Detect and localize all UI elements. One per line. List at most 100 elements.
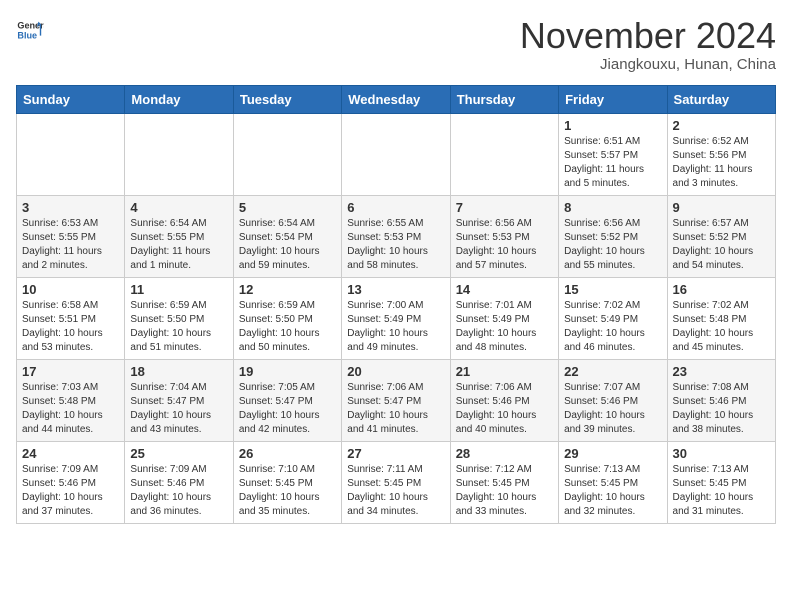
day-cell: 15 Sunrise: 7:02 AMSunset: 5:49 PMDayligh… (559, 277, 667, 359)
day-cell: 16Sunrise: 7:02 AMSunset: 5:48 PMDayligh… (667, 277, 775, 359)
day-info: Sunrise: 7:06 AMSunset: 5:46 PMDaylight:… (456, 381, 553, 437)
day-info: Sunrise: 6:59 AMSunset: 5:50 PMDaylight:… (130, 299, 227, 355)
day-cell: 28 Sunrise: 7:12 AMSunset: 5:45 PMDayligh… (450, 441, 558, 523)
day-cell (233, 113, 341, 195)
day-number: 8 (564, 200, 661, 215)
day-info: Sunrise: 7:09 AMSunset: 5:46 PMDaylight:… (22, 463, 119, 519)
weekday-header-saturday: Saturday (667, 85, 775, 113)
svg-text:Blue: Blue (17, 30, 37, 40)
day-info: Sunrise: 7:07 AMSunset: 5:46 PMDaylight:… (564, 381, 661, 437)
day-info: Sunrise: 7:01 AMSunset: 5:49 PMDaylight:… (456, 299, 553, 355)
day-info: Sunrise: 7:05 AMSunset: 5:47 PMDaylight:… (239, 381, 336, 437)
day-cell: 27Sunrise: 7:11 AMSunset: 5:45 PMDayligh… (342, 441, 450, 523)
day-number: 9 (673, 200, 770, 215)
weekday-header-thursday: Thursday (450, 85, 558, 113)
day-cell: 7Sunrise: 6:56 AMSunset: 5:53 PMDaylight… (450, 195, 558, 277)
logo: General Blue (16, 16, 44, 44)
day-number: 11 (130, 282, 227, 297)
day-cell (17, 113, 125, 195)
week-row-2: 3Sunrise: 6:53 AMSunset: 5:55 PMDaylight… (17, 195, 776, 277)
day-number: 23 (673, 364, 770, 379)
day-info: Sunrise: 7:13 AMSunset: 5:45 PMDaylight:… (673, 463, 770, 519)
week-row-1: 1Sunrise: 6:51 AMSunset: 5:57 PMDaylight… (17, 113, 776, 195)
day-cell: 1Sunrise: 6:51 AMSunset: 5:57 PMDaylight… (559, 113, 667, 195)
day-cell: 29 Sunrise: 7:13 AMSunset: 5:45 PMDayligh… (559, 441, 667, 523)
day-cell: 11 Sunrise: 6:59 AMSunset: 5:50 PMDayligh… (125, 277, 233, 359)
day-number: 17 (22, 364, 119, 379)
day-number: 18 (130, 364, 227, 379)
day-info: Sunrise: 6:54 AMSunset: 5:55 PMDaylight:… (130, 217, 227, 273)
day-number: 22 (564, 364, 661, 379)
page-header: General Blue November 2024 Jiangkouxu, H… (16, 16, 776, 73)
day-number: 30 (673, 446, 770, 461)
day-cell: 25 Sunrise: 7:09 AMSunset: 5:46 PMDayligh… (125, 441, 233, 523)
month-title: November 2024 (520, 16, 776, 56)
day-info: Sunrise: 7:03 AMSunset: 5:48 PMDaylight:… (22, 381, 119, 437)
week-row-4: 17 Sunrise: 7:03 AMSunset: 5:48 PMDayligh… (17, 359, 776, 441)
day-info: Sunrise: 6:52 AMSunset: 5:56 PMDaylight:… (673, 135, 770, 191)
day-cell (342, 113, 450, 195)
day-info: Sunrise: 6:55 AMSunset: 5:53 PMDaylight:… (347, 217, 444, 273)
day-info: Sunrise: 6:54 AMSunset: 5:54 PMDaylight:… (239, 217, 336, 273)
day-cell (450, 113, 558, 195)
day-cell (125, 113, 233, 195)
day-info: Sunrise: 7:10 AMSunset: 5:45 PMDaylight:… (239, 463, 336, 519)
day-info: Sunrise: 6:58 AMSunset: 5:51 PMDaylight:… (22, 299, 119, 355)
day-info: Sunrise: 7:08 AMSunset: 5:46 PMDaylight:… (673, 381, 770, 437)
day-info: Sunrise: 7:04 AMSunset: 5:47 PMDaylight:… (130, 381, 227, 437)
day-info: Sunrise: 6:57 AMSunset: 5:52 PMDaylight:… (673, 217, 770, 273)
day-cell: 17 Sunrise: 7:03 AMSunset: 5:48 PMDayligh… (17, 359, 125, 441)
day-info: Sunrise: 7:02 AMSunset: 5:49 PMDaylight:… (564, 299, 661, 355)
day-cell: 3Sunrise: 6:53 AMSunset: 5:55 PMDaylight… (17, 195, 125, 277)
day-number: 24 (22, 446, 119, 461)
day-cell: 13Sunrise: 7:00 AMSunset: 5:49 PMDayligh… (342, 277, 450, 359)
day-cell: 2 Sunrise: 6:52 AMSunset: 5:56 PMDaylight… (667, 113, 775, 195)
weekday-header-sunday: Sunday (17, 85, 125, 113)
day-info: Sunrise: 7:06 AMSunset: 5:47 PMDaylight:… (347, 381, 444, 437)
weekday-header-tuesday: Tuesday (233, 85, 341, 113)
day-cell: 30 Sunrise: 7:13 AMSunset: 5:45 PMDayligh… (667, 441, 775, 523)
day-number: 5 (239, 200, 336, 215)
day-number: 21 (456, 364, 553, 379)
weekday-header-row: SundayMondayTuesdayWednesdayThursdayFrid… (17, 85, 776, 113)
day-cell: 5 Sunrise: 6:54 AMSunset: 5:54 PMDaylight… (233, 195, 341, 277)
weekday-header-friday: Friday (559, 85, 667, 113)
day-cell: 24 Sunrise: 7:09 AMSunset: 5:46 PMDayligh… (17, 441, 125, 523)
day-cell: 14 Sunrise: 7:01 AMSunset: 5:49 PMDayligh… (450, 277, 558, 359)
day-cell: 23 Sunrise: 7:08 AMSunset: 5:46 PMDayligh… (667, 359, 775, 441)
day-cell: 10Sunrise: 6:58 AMSunset: 5:51 PMDayligh… (17, 277, 125, 359)
day-cell: 9 Sunrise: 6:57 AMSunset: 5:52 PMDaylight… (667, 195, 775, 277)
weekday-header-monday: Monday (125, 85, 233, 113)
day-number: 12 (239, 282, 336, 297)
day-cell: 20 Sunrise: 7:06 AMSunset: 5:47 PMDayligh… (342, 359, 450, 441)
day-cell: 12 Sunrise: 6:59 AMSunset: 5:50 PMDayligh… (233, 277, 341, 359)
day-cell: 19 Sunrise: 7:05 AMSunset: 5:47 PMDayligh… (233, 359, 341, 441)
day-number: 14 (456, 282, 553, 297)
day-number: 15 (564, 282, 661, 297)
day-cell: 22 Sunrise: 7:07 AMSunset: 5:46 PMDayligh… (559, 359, 667, 441)
day-info: Sunrise: 7:12 AMSunset: 5:45 PMDaylight:… (456, 463, 553, 519)
day-info: Sunrise: 7:13 AMSunset: 5:45 PMDaylight:… (564, 463, 661, 519)
day-info: Sunrise: 6:56 AMSunset: 5:53 PMDaylight:… (456, 217, 553, 273)
day-number: 19 (239, 364, 336, 379)
day-info: Sunrise: 7:00 AMSunset: 5:49 PMDaylight:… (347, 299, 444, 355)
day-number: 2 (673, 118, 770, 133)
logo-icon: General Blue (16, 16, 44, 44)
day-info: Sunrise: 6:59 AMSunset: 5:50 PMDaylight:… (239, 299, 336, 355)
day-cell: 26 Sunrise: 7:10 AMSunset: 5:45 PMDayligh… (233, 441, 341, 523)
day-cell: 4Sunrise: 6:54 AMSunset: 5:55 PMDaylight… (125, 195, 233, 277)
day-number: 29 (564, 446, 661, 461)
day-number: 27 (347, 446, 444, 461)
day-info: Sunrise: 7:09 AMSunset: 5:46 PMDaylight:… (130, 463, 227, 519)
day-cell: 8 Sunrise: 6:56 AMSunset: 5:52 PMDaylight… (559, 195, 667, 277)
day-number: 6 (347, 200, 444, 215)
day-number: 28 (456, 446, 553, 461)
day-info: Sunrise: 6:51 AMSunset: 5:57 PMDaylight:… (564, 135, 661, 191)
day-info: Sunrise: 6:56 AMSunset: 5:52 PMDaylight:… (564, 217, 661, 273)
day-number: 25 (130, 446, 227, 461)
day-cell: 21 Sunrise: 7:06 AMSunset: 5:46 PMDayligh… (450, 359, 558, 441)
day-number: 16 (673, 282, 770, 297)
day-number: 20 (347, 364, 444, 379)
weekday-header-wednesday: Wednesday (342, 85, 450, 113)
day-number: 26 (239, 446, 336, 461)
